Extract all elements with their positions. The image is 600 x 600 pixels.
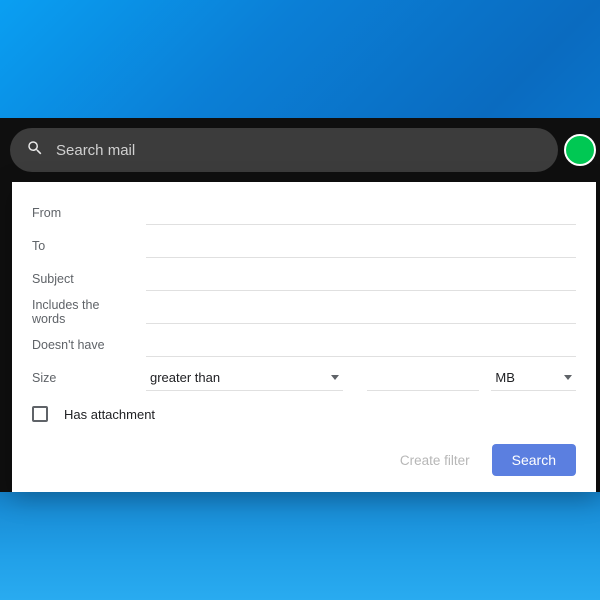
search-options-panel: From To Subject Includes the words Doesn… xyxy=(12,182,596,492)
browser-window: or From To Subject Includes the words Do… xyxy=(0,118,600,492)
search-input[interactable] xyxy=(56,142,542,159)
size-label: Size xyxy=(32,371,134,385)
subject-row: Subject xyxy=(32,262,576,295)
chevron-down-icon xyxy=(331,375,339,380)
from-label: From xyxy=(32,206,134,220)
to-row: To xyxy=(32,229,576,262)
search-button[interactable]: Search xyxy=(492,444,576,476)
includes-row: Includes the words xyxy=(32,295,576,328)
actions-row: Create filter Search xyxy=(32,444,576,476)
subject-label: Subject xyxy=(32,272,134,286)
search-icon xyxy=(26,139,44,162)
size-operator-select[interactable]: greater than xyxy=(146,365,343,391)
to-label: To xyxy=(32,239,134,253)
includes-input[interactable] xyxy=(146,300,576,324)
has-attachment-row: Has attachment xyxy=(32,406,576,422)
subject-input[interactable] xyxy=(146,267,576,291)
to-input[interactable] xyxy=(146,234,576,258)
from-input[interactable] xyxy=(146,201,576,225)
doesnt-have-row: Doesn't have xyxy=(32,328,576,361)
size-number-input[interactable] xyxy=(367,365,480,391)
has-attachment-label: Has attachment xyxy=(64,407,155,422)
includes-label: Includes the words xyxy=(32,298,134,326)
size-row: Size greater than MB xyxy=(32,361,576,394)
search-mail-bar[interactable] xyxy=(10,128,558,172)
create-filter-button: Create filter xyxy=(400,453,470,468)
doesnt-have-input[interactable] xyxy=(146,333,576,357)
avatar[interactable] xyxy=(564,134,596,166)
chevron-down-icon xyxy=(564,375,572,380)
from-row: From xyxy=(32,196,576,229)
size-operator-value: greater than xyxy=(150,370,220,385)
size-unit-select[interactable]: MB xyxy=(491,365,576,391)
has-attachment-checkbox[interactable] xyxy=(32,406,48,422)
doesnt-have-label: Doesn't have xyxy=(32,338,134,352)
size-unit-value: MB xyxy=(495,370,515,385)
